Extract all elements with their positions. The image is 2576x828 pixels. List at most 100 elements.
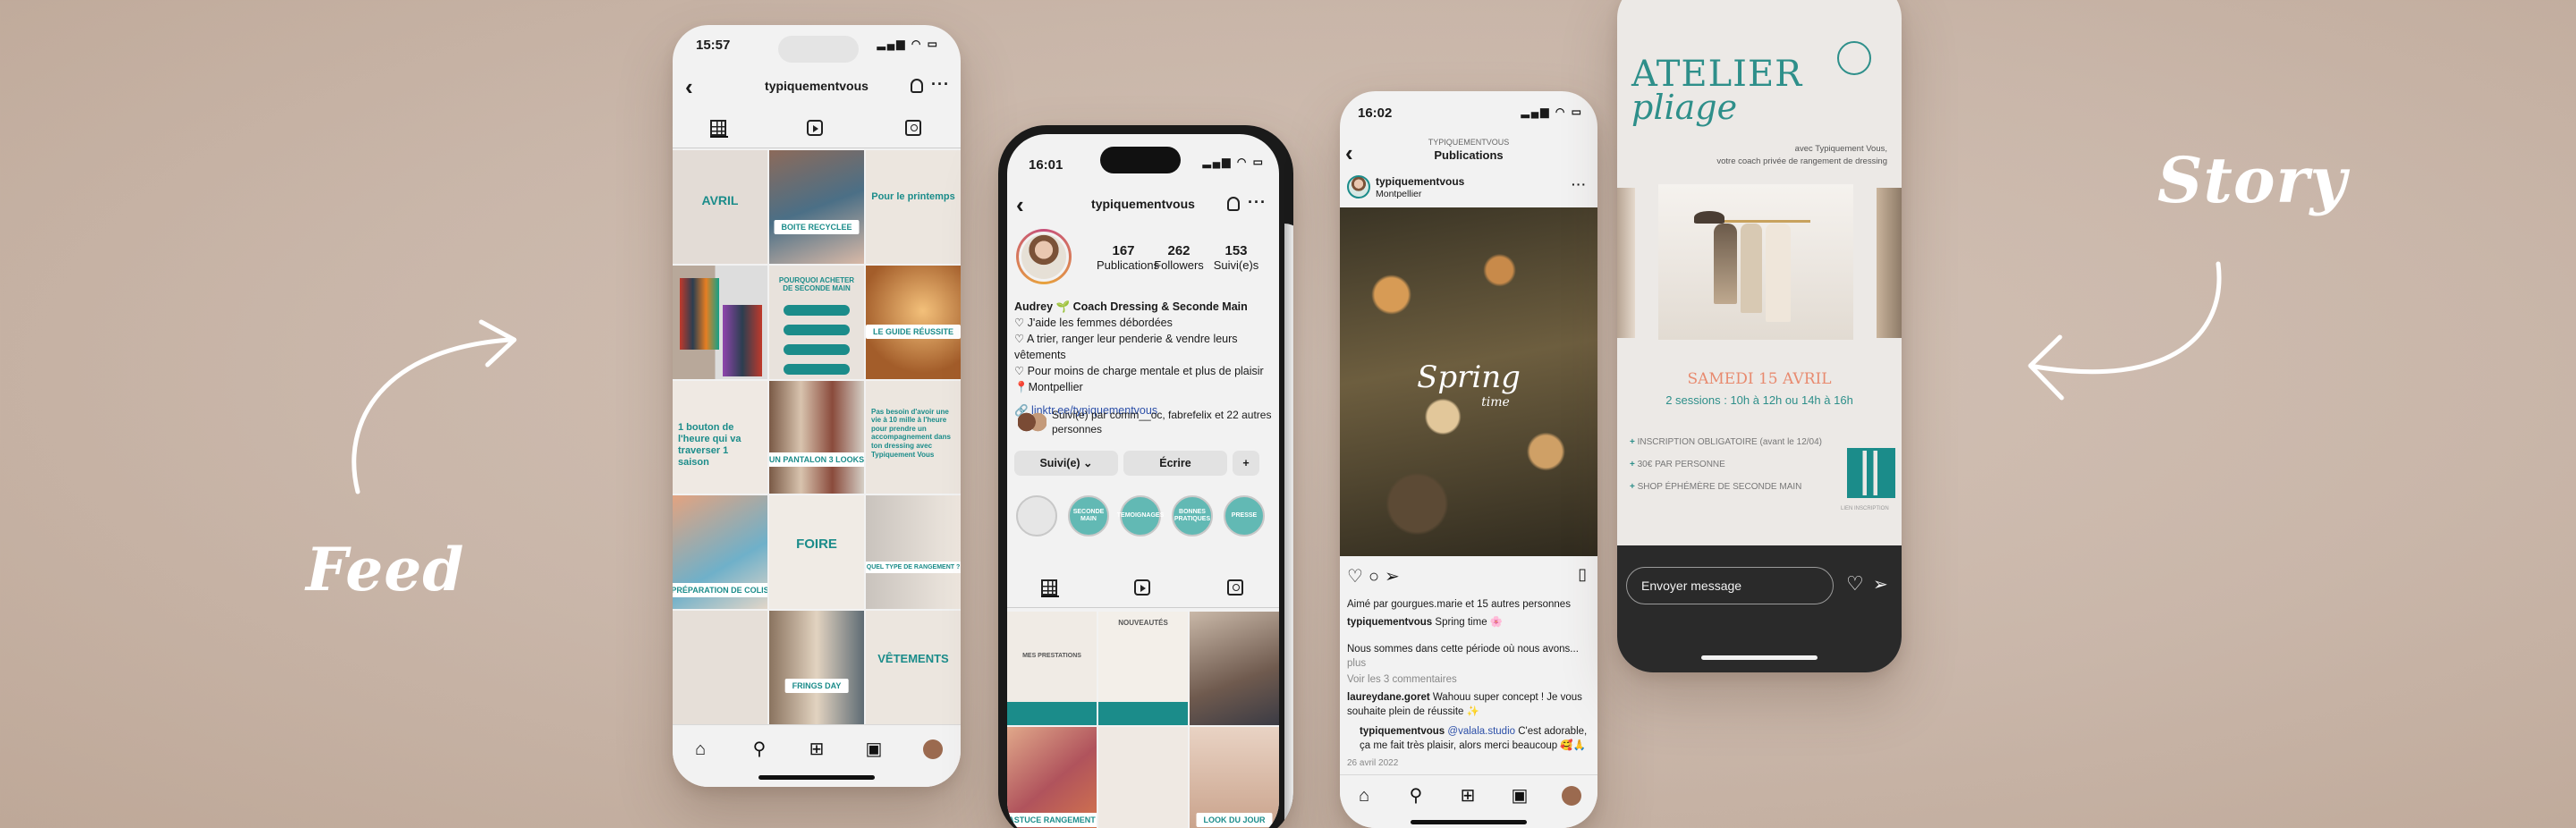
more-icon[interactable]: ··· [1248, 193, 1267, 212]
grid-post[interactable] [673, 611, 767, 724]
caption-more[interactable]: plus [1347, 658, 1366, 669]
search-icon[interactable]: ⚲ [1406, 786, 1426, 806]
grid-post[interactable]: VÊTEMENTS [866, 611, 961, 724]
story-message-input[interactable]: Envoyer message [1626, 567, 1834, 604]
like-icon[interactable]: ♡ [1846, 572, 1864, 596]
send-icon[interactable]: ➢ [1873, 573, 1888, 596]
share-icon[interactable]: ➢ [1385, 567, 1405, 587]
grid-post[interactable]: ASTUCE RANGEMENT [1007, 727, 1097, 828]
grid-post[interactable] [1190, 612, 1279, 725]
post-image-subtitle: time [1481, 395, 1510, 410]
grid-icon [1041, 579, 1057, 596]
reels-icon [807, 120, 823, 136]
grid-post[interactable]: UN PANTALON 3 LOOKS [769, 380, 864, 494]
status-bar: 16:02 ▂▄▆ ◠ ▭ [1340, 91, 1597, 127]
caption-user[interactable]: typiquementvous [1347, 617, 1432, 628]
tagged-icon [905, 120, 921, 136]
status-time: 16:01 [1029, 157, 1063, 173]
tab-grid[interactable] [1041, 579, 1059, 597]
grid-post[interactable]: FOIRE [769, 495, 864, 610]
profile-avatar-icon[interactable] [1562, 786, 1581, 806]
more-icon[interactable]: ··· [1572, 177, 1587, 191]
story-phone: ATELIER pliage avec Typiquement Vous, vo… [1617, 0, 1902, 672]
grid-post[interactable]: POURQUOI ACHETER DE SECONDE MAIN [769, 265, 864, 379]
add-post-icon[interactable]: ⊞ [807, 739, 826, 759]
highlight[interactable]: PRESSE [1224, 495, 1265, 537]
bookmark-icon[interactable]: ▯ [1578, 565, 1587, 584]
add-post-icon[interactable]: ⊞ [1458, 786, 1478, 806]
followed-by[interactable]: Suivi(e) par comm__oc, fabrefelix et 22 … [1052, 408, 1274, 436]
message-button[interactable]: Écrire [1123, 451, 1227, 476]
profile-avatar-icon[interactable] [923, 739, 943, 759]
post-header-title: Publications [1434, 148, 1504, 162]
view-comments[interactable]: Voir les 3 commentaires [1347, 672, 1590, 687]
grid-post[interactable]: LE GUIDE RÉUSSITE [866, 265, 961, 379]
comment-mention[interactable]: @valala.studio [1447, 726, 1515, 737]
stat-publications[interactable]: 167 Publications [1097, 243, 1159, 272]
comment-user[interactable]: laureydane.goret [1347, 692, 1430, 703]
tab-reels[interactable] [807, 120, 825, 138]
search-icon[interactable]: ⚲ [750, 739, 769, 759]
home-icon[interactable]: ⌂ [691, 739, 710, 759]
highlight[interactable]: BONNES PRATIQUES [1172, 495, 1213, 537]
post-author[interactable]: typiquementvous [1376, 175, 1464, 188]
plus-icon: + [1630, 460, 1638, 469]
story-reply-bar: Envoyer message ♡ ➢ [1617, 545, 1902, 672]
grid-post[interactable]: BOITE RECYCLEE [769, 150, 864, 264]
stat-followers[interactable]: 262 Followers [1152, 243, 1206, 272]
grid-post[interactable]: AVRIL [673, 150, 767, 264]
post-author-avatar[interactable] [1347, 175, 1370, 199]
qr-code[interactable] [1847, 448, 1895, 498]
post-location[interactable]: Montpellier [1376, 189, 1421, 199]
grid-post[interactable]: FRINGS DAY [769, 611, 864, 724]
profile-nav: ‹ typiquementvous ··· [1007, 190, 1279, 220]
story-image-left [1617, 188, 1635, 338]
grid-post[interactable]: NOUVEAUTÉS [1098, 612, 1188, 725]
tagged-icon [1227, 579, 1243, 596]
home-icon[interactable]: ⌂ [1354, 786, 1374, 806]
grid-post[interactable]: MES PRESTATIONS [1007, 612, 1097, 725]
tab-grid[interactable] [710, 120, 728, 138]
liked-by[interactable]: Aimé par gourgues.marie et 15 autres per… [1347, 597, 1590, 612]
stat-following[interactable]: 153 Suivi(e)s [1209, 243, 1263, 272]
grid-post[interactable]: LOOK DU JOUR [1190, 727, 1279, 828]
grid-post[interactable]: Pas besoin d'avoir une vie à 10 mille à … [866, 380, 961, 494]
avatar-photo [1019, 232, 1069, 282]
add-user-button[interactable]: + [1233, 451, 1259, 476]
grid-post[interactable] [673, 265, 767, 379]
tab-tagged[interactable] [1227, 579, 1245, 597]
grid-post[interactable]: 1 bouton de l'heure qui va traverser 1 s… [673, 380, 767, 494]
more-icon[interactable]: ··· [931, 75, 950, 94]
grid-post[interactable] [1098, 727, 1188, 828]
story-image [1658, 184, 1853, 340]
profile-tabs [673, 113, 961, 148]
flower-icon [1830, 34, 1878, 82]
post-image[interactable]: Spring time [1340, 207, 1597, 556]
grid-post[interactable]: QUEL TYPE DE RANGEMENT ? [866, 495, 961, 610]
dynamic-island [778, 36, 859, 63]
bell-icon[interactable] [1227, 197, 1240, 211]
following-button[interactable]: Suivi(e) ⌄ [1014, 451, 1118, 476]
qr-caption: LIEN INSCRIPTION [1841, 506, 1889, 511]
like-icon[interactable]: ♡ [1347, 567, 1368, 587]
profile-grid: MES PRESTATIONS NOUVEAUTÉS ASTUCE RANGEM… [1007, 612, 1279, 828]
tab-tagged[interactable] [905, 120, 923, 138]
highlight[interactable]: TEMOIGNAGES [1117, 495, 1164, 537]
post-nav: ‹ TYPIQUEMENTVOUS Publications [1340, 136, 1597, 166]
highlight[interactable]: SECONDE MAIN [1068, 495, 1109, 537]
tab-reels[interactable] [1134, 579, 1152, 597]
bell-icon[interactable] [911, 79, 923, 93]
feed-label: Feed [306, 535, 465, 604]
avatar[interactable] [1016, 229, 1072, 284]
post-header-sub: TYPIQUEMENTVOUS [1428, 138, 1510, 147]
grid-post[interactable]: PRÉPARATION DE COLIS [673, 495, 767, 610]
highlight[interactable] [1016, 495, 1057, 537]
story-info-list: + INSCRIPTION OBLIGATOIRE (avant le 12/0… [1630, 437, 1822, 492]
dynamic-island [1100, 147, 1181, 173]
reels-nav-icon[interactable]: ▣ [864, 739, 884, 759]
profile-screen: 16:01 ▂▄▆ ◠ ▭ ‹ typiquementvous ··· 167 P… [1007, 134, 1279, 828]
grid-post[interactable]: Pour le printemps [866, 150, 961, 264]
comment-user[interactable]: typiquementvous [1360, 726, 1445, 737]
comment-icon[interactable]: ○ [1368, 567, 1385, 587]
reels-nav-icon[interactable]: ▣ [1510, 786, 1530, 806]
